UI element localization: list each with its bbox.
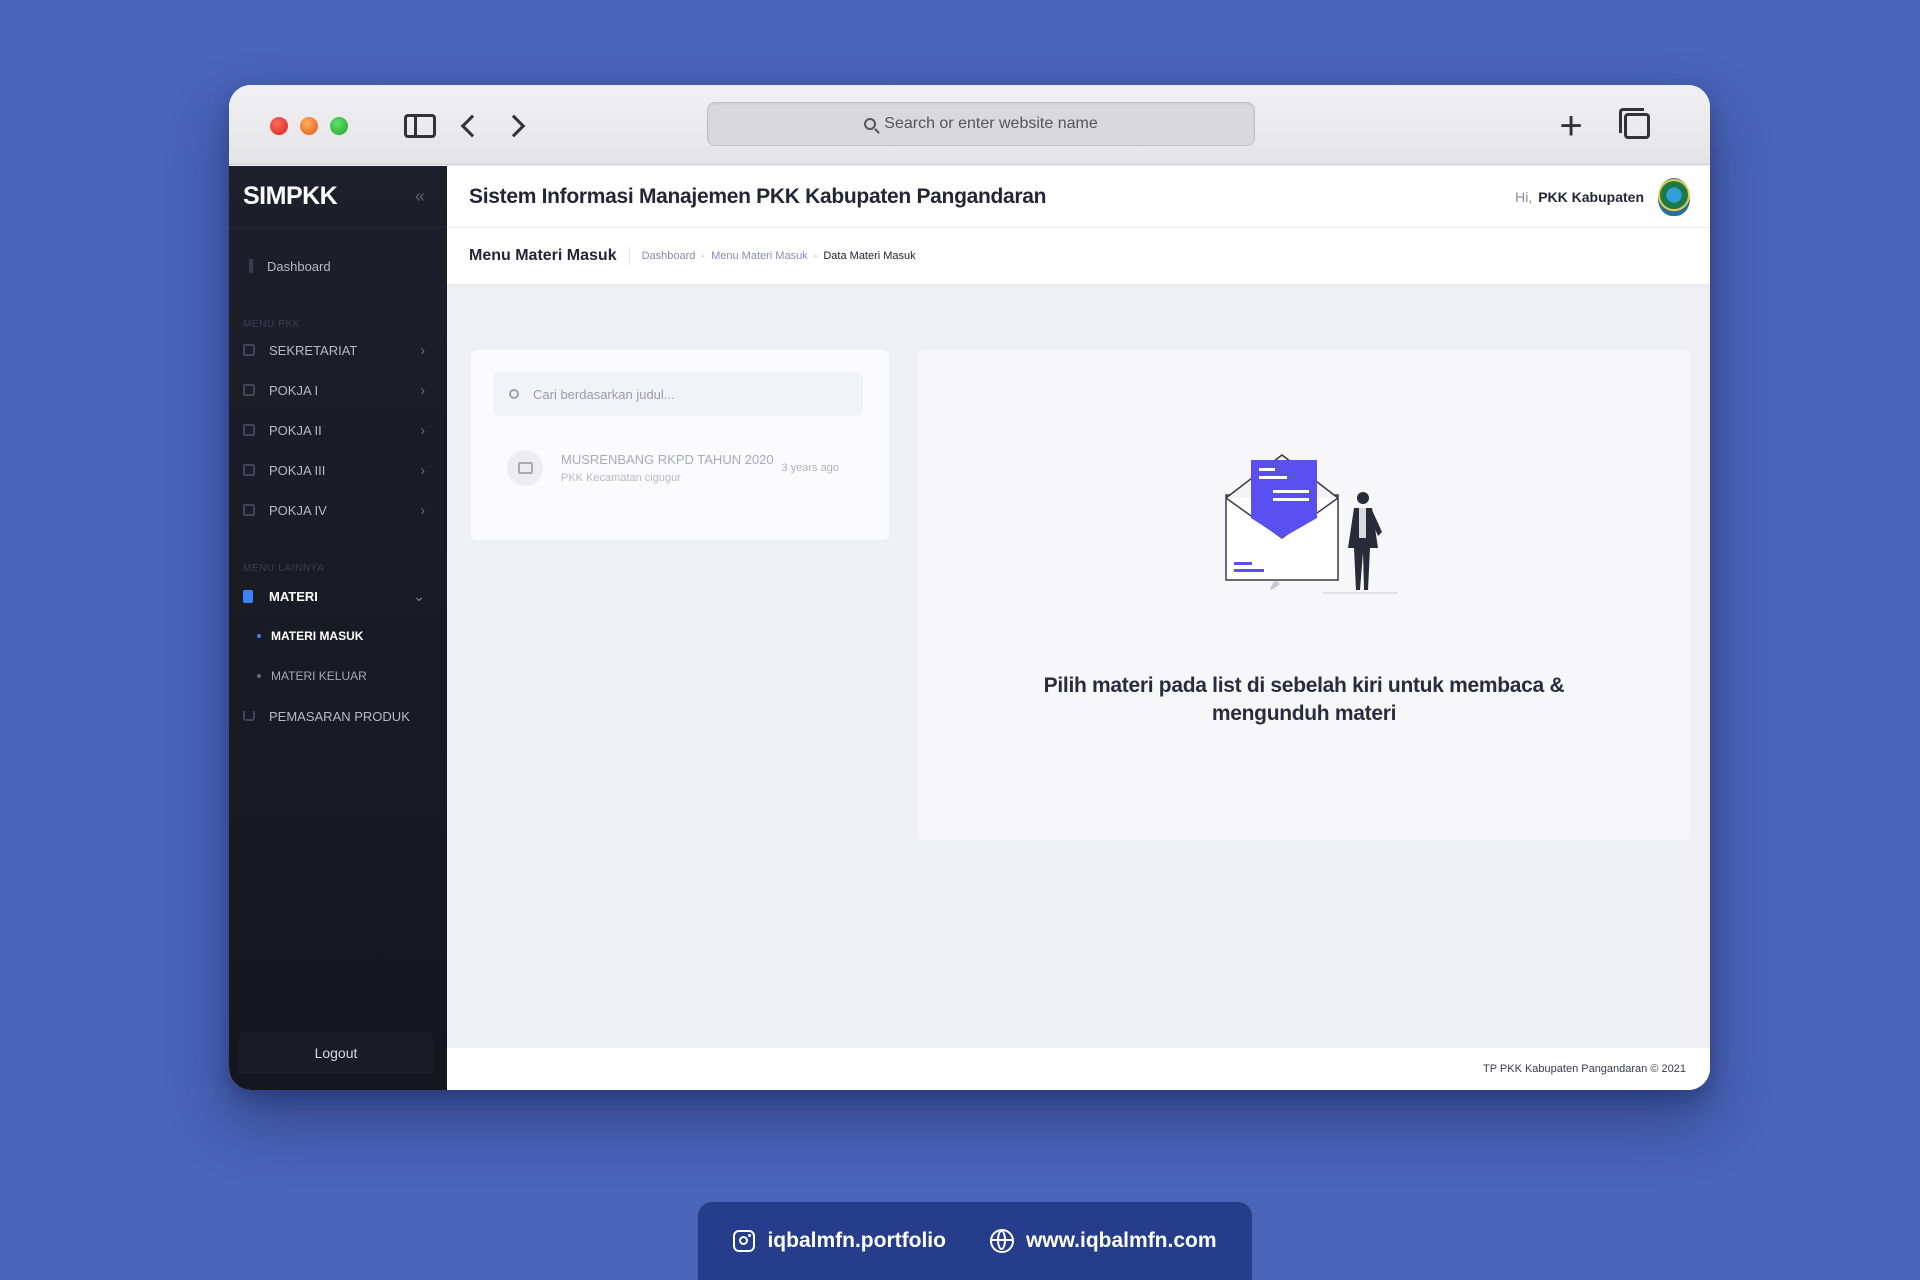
address-bar[interactable]: Search or enter website name — [707, 102, 1255, 146]
website-link[interactable]: www.iqbalmfn.com — [989, 1229, 1217, 1253]
list-icon — [243, 504, 255, 516]
new-tab-plus-icon[interactable]: + — [1553, 106, 1589, 146]
sidebar-subitem-materi-keluar[interactable]: MATERI KELUAR — [229, 656, 447, 696]
breadcrumb-link-dashboard[interactable]: Dashboard — [642, 250, 696, 262]
dashboard-icon — [249, 259, 253, 273]
sidebar-item-sekretariat[interactable]: SEKRETARIAT › — [229, 330, 447, 370]
sidebar-item-pokja-2[interactable]: POKJA II › — [229, 410, 447, 450]
list-icon — [243, 344, 255, 356]
greeting-text: Hi, — [1515, 188, 1533, 205]
chevron-right-icon: › — [420, 462, 425, 478]
file-icon — [243, 589, 253, 603]
list-item-text: MUSRENBANG RKPD TAHUN 2020 PKK Kecamatan… — [561, 452, 774, 484]
app-sidebar: SIMPKK « Dashboard MENU PKK SEKRETARIAT … — [229, 166, 447, 1090]
instagram-icon — [733, 1230, 756, 1252]
breadcrumb-separator: - — [701, 250, 706, 262]
search-placeholder: Cari berdasarkan judul... — [533, 386, 675, 402]
footer-copyright: TP PKK Kabupaten Pangandaran © 2021 — [1482, 1063, 1686, 1075]
search-input[interactable]: Cari berdasarkan judul... — [493, 372, 863, 416]
breadcrumb-current: Data Materi Masuk — [823, 250, 916, 262]
sidebar-item-label: POKJA III — [269, 462, 326, 478]
sidebar-item-label: POKJA II — [269, 422, 322, 438]
list-item-subtitle: PKK Kecamatan cigugur — [561, 472, 681, 484]
chevron-down-icon: ⌄ — [413, 587, 425, 604]
sidebar-item-label: MATERI — [269, 588, 318, 604]
tabs-overview-icon[interactable] — [1619, 108, 1655, 143]
chevron-right-icon: › — [420, 502, 425, 518]
list-item[interactable]: MUSRENBANG RKPD TAHUN 2020 PKK Kecamatan… — [493, 440, 863, 496]
sidebar-item-label: SEKRETARIAT — [269, 342, 358, 358]
sidebar-item-pemasaran-produk[interactable]: PEMASARAN PRODUK — [229, 696, 447, 736]
browser-window: Search or enter website name + SIMPKK « … — [229, 85, 1710, 1090]
breadcrumb: Dashboard - Menu Materi Masuk - Data Mat… — [642, 250, 916, 262]
sidebar-item-materi[interactable]: MATERI ⌄ — [229, 576, 447, 616]
sidebar-item-pokja-4[interactable]: POKJA IV › — [229, 490, 447, 530]
bullet-icon — [257, 674, 261, 678]
sidebar-subitem-materi-masuk[interactable]: MATERI MASUK — [229, 616, 447, 656]
list-icon — [243, 384, 255, 396]
sidebar-section-menu-pkk: MENU PKK — [243, 319, 301, 330]
sidebar-item-label: Dashboard — [267, 258, 331, 274]
list-icon — [243, 464, 255, 476]
browser-titlebar: Search or enter website name + — [229, 85, 1710, 165]
sidebar-item-label: PEMASARAN PRODUK — [269, 708, 410, 724]
search-icon — [864, 118, 877, 130]
double-chevron-left-icon[interactable]: « — [415, 186, 425, 207]
sidebar-section-menu-lainnya: MENU LAINNYA — [243, 563, 325, 574]
page-title: Menu Materi Masuk — [469, 247, 630, 265]
materi-detail-card: Pilih materi pada list di sebelah kiri u… — [918, 350, 1690, 840]
empty-state-illustration — [1225, 454, 1398, 594]
close-window-button[interactable] — [270, 117, 288, 135]
sidebar-subitem-label: MATERI KELUAR — [271, 669, 367, 683]
website-url: www.iqbalmfn.com — [1025, 1229, 1217, 1252]
list-icon — [243, 424, 255, 436]
user-menu[interactable]: Hi, PKK Kabupaten — [1515, 177, 1690, 216]
page-subheader: Menu Materi Masuk Dashboard - Menu Mater… — [447, 228, 1710, 284]
app-header: Sistem Informasi Manajemen PKK Kabupaten… — [447, 166, 1710, 228]
instagram-link[interactable]: iqbalmfn.portfolio — [733, 1229, 946, 1253]
app-footer: TP PKK Kabupaten Pangandaran © 2021 — [447, 1048, 1710, 1090]
breadcrumb-link-menu-materi-masuk[interactable]: Menu Materi Masuk — [711, 250, 808, 262]
sidebar-item-pokja-1[interactable]: POKJA I › — [229, 370, 447, 410]
sidebar-item-dashboard[interactable]: Dashboard — [229, 246, 447, 286]
forward-arrow-icon[interactable] — [499, 109, 535, 143]
instagram-handle: iqbalmfn.portfolio — [767, 1229, 946, 1252]
search-icon — [509, 389, 519, 399]
list-item-timestamp: 3 years ago — [781, 462, 839, 474]
minimize-window-button[interactable] — [300, 117, 318, 135]
main-content: Sistem Informasi Manajemen PKK Kabupaten… — [447, 166, 1710, 1090]
app-title: Sistem Informasi Manajemen PKK Kabupaten… — [469, 184, 1047, 208]
bullet-icon — [257, 634, 261, 638]
empty-state-message: Pilih materi pada list di sebelah kiri u… — [1043, 674, 1565, 725]
envelope-icon — [507, 450, 543, 486]
chevron-right-icon: › — [420, 382, 425, 398]
maximize-window-button[interactable] — [330, 117, 348, 135]
sidebar-toggle-icon[interactable] — [402, 109, 438, 143]
list-item-title: MUSRENBANG RKPD TAHUN 2020 — [561, 452, 774, 467]
breadcrumb-separator: - — [813, 250, 818, 262]
avatar[interactable] — [1658, 177, 1690, 216]
sidebar-item-label: POKJA IV — [269, 502, 327, 518]
address-bar-placeholder: Search or enter website name — [884, 115, 1098, 132]
sidebar-brand-row: SIMPKK « — [229, 166, 447, 228]
sidebar-item-label: POKJA I — [269, 382, 319, 398]
chevron-right-icon: › — [420, 342, 425, 358]
chevron-right-icon: › — [420, 422, 425, 438]
portfolio-bar: iqbalmfn.portfolio www.iqbalmfn.com — [698, 1202, 1252, 1280]
globe-icon — [989, 1229, 1014, 1253]
sidebar-subitem-label: MATERI MASUK — [271, 629, 364, 643]
logout-button[interactable]: Logout — [239, 1032, 433, 1074]
cart-icon — [243, 711, 255, 721]
brand-logo-text: SIMPKK — [243, 182, 338, 210]
materi-list-card: Cari berdasarkan judul... MUSRENBANG RKP… — [471, 350, 889, 540]
sidebar-item-pokja-3[interactable]: POKJA III › — [229, 450, 447, 490]
username-text: PKK Kabupaten — [1538, 188, 1644, 205]
back-arrow-icon[interactable] — [451, 109, 487, 143]
